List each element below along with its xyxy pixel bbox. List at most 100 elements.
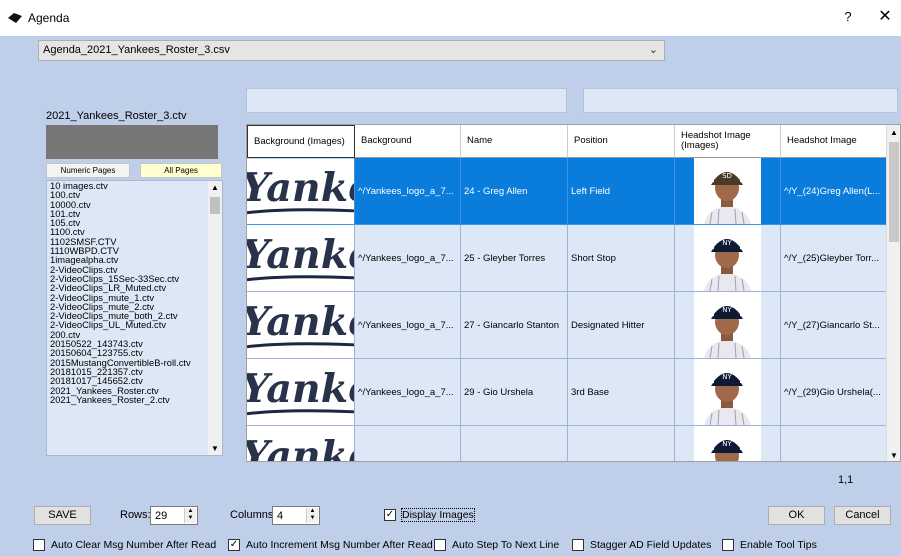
window-title: Agenda [28, 11, 70, 25]
display-images-checkbox[interactable]: ✓ Display Images [384, 508, 475, 522]
grid-row[interactable]: Yankee^/Yankees_logo_a_7...24 - Greg All… [247, 158, 887, 225]
headshot-image-cell[interactable]: NY [675, 225, 781, 292]
checkbox-unchecked-icon [722, 539, 734, 551]
position-cell[interactable]: Left Field [568, 158, 675, 225]
file-list-scrollbar[interactable]: ▲ ▼ [208, 181, 222, 455]
text-field-2[interactable] [583, 88, 898, 113]
svg-text:NY: NY [722, 373, 732, 381]
rows-spinner[interactable]: 29 ▲ ▼ [150, 506, 198, 525]
column-header-headshot[interactable]: Headshot Image [781, 125, 887, 158]
scroll-thumb[interactable] [210, 197, 220, 214]
headshot-cell[interactable]: ^/Y_(29)Gio Urshela(... [781, 359, 887, 426]
checkbox-checked-icon: ✓ [228, 539, 240, 551]
background-cell[interactable]: ^/Yankees_logo_a_7... [355, 359, 461, 426]
player-headshot-image: NY [694, 292, 761, 358]
checkbox-check-icon: ✓ [384, 509, 396, 521]
position-cell[interactable]: Designated Hitter [568, 292, 675, 359]
grid-scrollbar[interactable]: ▲ ▼ [886, 125, 900, 461]
agenda-grid[interactable]: Background (Images) Background Name Posi… [246, 124, 901, 462]
background-image-cell[interactable]: Yankee [247, 158, 355, 225]
option-label: Auto Increment Msg Number After Read [246, 539, 433, 551]
headshot-cell[interactable]: ^/Y_(27)Giancarlo St... [781, 292, 887, 359]
grid-row[interactable]: Yankee^/Yankees_logo_a_7...25 - Gleyber … [247, 225, 887, 292]
grid-row[interactable]: Yankee^/Yankees_logo_a_7...27 - Giancarl… [247, 292, 887, 359]
spinner-arrows-icon[interactable]: ▲ ▼ [306, 508, 318, 523]
svg-text:SD: SD [722, 172, 732, 180]
checkbox-unchecked-icon [33, 539, 45, 551]
scroll-up-icon[interactable]: ▲ [211, 183, 219, 192]
chevron-down-icon: ⌄ [648, 44, 658, 56]
checkbox-unchecked-icon [434, 539, 446, 551]
name-cell[interactable]: 29 - Gio Urshela [461, 359, 568, 426]
option-checkbox[interactable]: ✓ Auto Increment Msg Number After Read [228, 539, 433, 551]
cancel-button[interactable]: Cancel [834, 506, 891, 525]
column-header-background-images[interactable]: Background (Images) [247, 125, 355, 158]
headshot-image-cell[interactable]: NY [675, 292, 781, 359]
position-cell[interactable] [568, 426, 675, 461]
headshot-frame: NY [694, 292, 761, 358]
yankees-logo-image: Yankee [247, 292, 354, 358]
background-image-cell[interactable]: Yankee [247, 359, 355, 426]
background-cell[interactable] [355, 426, 461, 461]
ok-button[interactable]: OK [768, 506, 825, 525]
name-cell[interactable]: 25 - Gleyber Torres [461, 225, 568, 292]
player-headshot-image: SD [694, 158, 761, 224]
position-cell[interactable]: 3rd Base [568, 359, 675, 426]
svg-text:Yankee: Yankee [247, 365, 354, 411]
yankees-logo-image: Yankee [247, 225, 354, 291]
option-checkbox[interactable]: Auto Step To Next Line [434, 539, 559, 551]
player-headshot-image: NY [694, 426, 761, 461]
save-button[interactable]: SAVE [34, 506, 91, 525]
grid-row[interactable]: Yankee NY [247, 426, 887, 461]
background-image-cell[interactable]: Yankee [247, 292, 355, 359]
columns-spinner[interactable]: 4 ▲ ▼ [272, 506, 320, 525]
column-header-headshot-images[interactable]: Headshot Image (Images) [675, 125, 781, 158]
preview-panel [46, 125, 218, 159]
headshot-image-cell[interactable]: SD [675, 158, 781, 225]
file-list-item[interactable]: 2021_Yankees_Roster_2.ctv [47, 394, 222, 404]
headshot-image-cell[interactable]: NY [675, 359, 781, 426]
title-bar: Agenda ? ✕ [0, 0, 901, 36]
spinner-arrows-icon[interactable]: ▲ ▼ [184, 508, 196, 523]
grid-header: Background (Images) Background Name Posi… [247, 125, 887, 158]
scroll-down-icon[interactable]: ▼ [211, 444, 219, 453]
name-cell[interactable]: 27 - Giancarlo Stanton [461, 292, 568, 359]
background-cell[interactable]: ^/Yankees_logo_a_7... [355, 292, 461, 359]
background-cell[interactable]: ^/Yankees_logo_a_7... [355, 158, 461, 225]
name-cell[interactable]: 24 - Greg Allen [461, 158, 568, 225]
numeric-pages-button[interactable]: Numeric Pages [46, 163, 130, 178]
column-header-background[interactable]: Background [355, 125, 461, 158]
background-cell[interactable]: ^/Yankees_logo_a_7... [355, 225, 461, 292]
option-checkbox[interactable]: Stagger AD Field Updates [572, 539, 711, 551]
option-checkbox[interactable]: Enable Tool Tips [722, 539, 817, 551]
scroll-down-icon[interactable]: ▼ [890, 451, 898, 460]
close-button[interactable]: ✕ [874, 6, 896, 26]
ctv-file-list[interactable]: 10 images.ctv 100.ctv 10000.ctv 101.ctv 105.… [46, 180, 223, 456]
option-label: Auto Step To Next Line [452, 539, 560, 551]
position-cell[interactable]: Short Stop [568, 225, 675, 292]
player-headshot-image: NY [694, 225, 761, 291]
app-logo-icon [8, 13, 22, 23]
agenda-window: Agenda ? ✕ Agenda_2021_Yankees_Roster_3.… [0, 0, 901, 556]
option-label: Auto Clear Msg Number After Read [51, 539, 217, 551]
scroll-up-icon[interactable]: ▲ [890, 128, 898, 137]
headshot-cell[interactable] [781, 426, 887, 461]
svg-text:Yankee: Yankee [247, 164, 354, 210]
csv-file-dropdown[interactable]: Agenda_2021_Yankees_Roster_3.csv ⌄ [38, 40, 665, 61]
ctv-file-label: 2021_Yankees_Roster_3.ctv [46, 110, 187, 122]
all-pages-button[interactable]: All Pages [140, 163, 222, 178]
background-image-cell[interactable]: Yankee [247, 225, 355, 292]
name-cell[interactable] [461, 426, 568, 461]
text-field-1[interactable] [246, 88, 567, 113]
headshot-cell[interactable]: ^/Y_(24)Greg Allen(L... [781, 158, 887, 225]
grid-row[interactable]: Yankee^/Yankees_logo_a_7...29 - Gio Ursh… [247, 359, 887, 426]
column-header-name[interactable]: Name [461, 125, 568, 158]
background-image-cell[interactable]: Yankee [247, 426, 355, 461]
svg-text:Yankee: Yankee [247, 231, 354, 277]
help-button[interactable]: ? [838, 9, 858, 24]
headshot-image-cell[interactable]: NY [675, 426, 781, 461]
option-checkbox[interactable]: Auto Clear Msg Number After Read [33, 539, 216, 551]
column-header-position[interactable]: Position [568, 125, 675, 158]
headshot-cell[interactable]: ^/Y_(25)Gleyber Torr... [781, 225, 887, 292]
scroll-thumb[interactable] [889, 142, 899, 242]
